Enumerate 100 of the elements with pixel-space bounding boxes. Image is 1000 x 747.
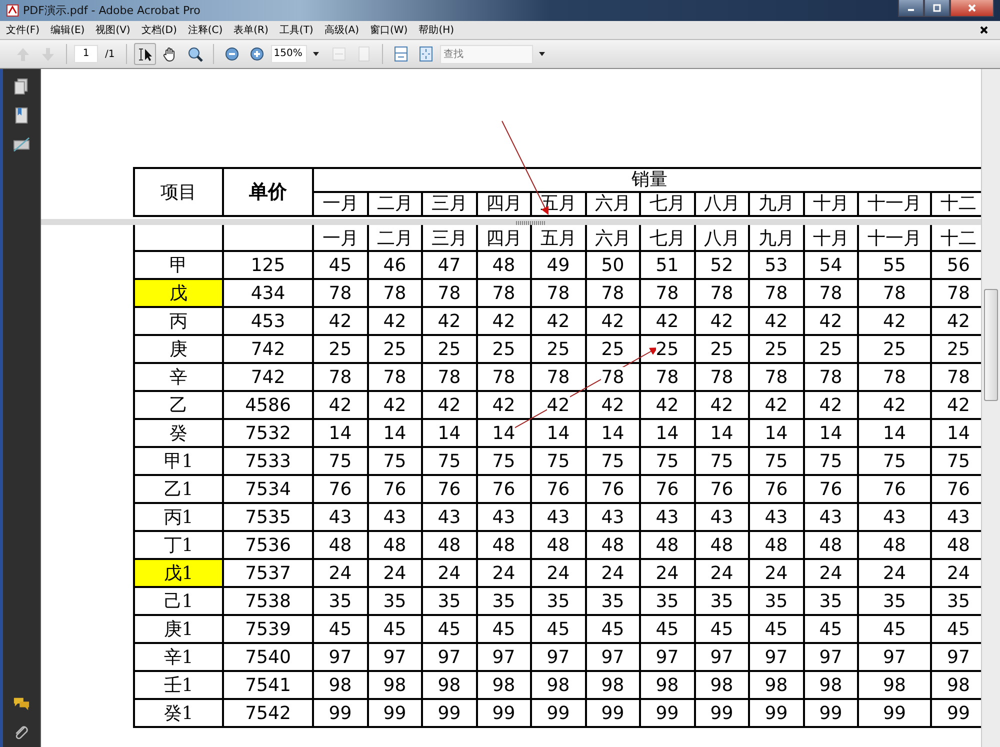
table-header: 十一月 [858,225,931,251]
zoom-field[interactable]: 150% [270,45,307,63]
table-cell: 42 [749,391,804,419]
table-cell: 46 [368,251,422,279]
table-cell: 98 [749,671,804,699]
table-cell: 45 [804,615,858,643]
table-cell: 庚1 [134,615,223,643]
menu-item[interactable]: 表单(R) [228,23,274,37]
menu-item[interactable]: 帮助(H) [412,23,460,37]
menu-item[interactable]: 窗口(W) [364,23,413,37]
table-cell: 76 [476,475,531,503]
page-number-field[interactable]: 1 [74,45,98,63]
menu-item[interactable]: 文件(F) [0,23,45,37]
menu-item[interactable]: 编辑(E) [44,23,90,37]
table-cell: 14 [586,419,640,447]
table-cell: 7535 [223,503,313,531]
bookmark-icon[interactable] [13,107,30,124]
table-cell: 24 [586,559,640,587]
table-cell: 78 [586,363,640,391]
table-cell: 78 [858,279,931,307]
table-cell: 99 [694,699,749,727]
table-cell: 78 [694,363,749,391]
menu-item[interactable]: 高级(A) [318,23,364,37]
table-cell: 45 [313,615,368,643]
paperclip-icon[interactable] [13,724,30,741]
table-cell: 己1 [134,587,223,615]
table-header: 四月 [476,225,531,251]
table-cell: 48 [640,531,694,559]
close-icon[interactable] [980,26,988,34]
table-header: 七月 [640,225,694,251]
table-header: 一月 [313,192,368,216]
page-count: /1 [105,48,115,60]
plus-icon [248,46,265,62]
table-cell: 99 [640,699,694,727]
table-cell: 75 [858,447,931,475]
menu-item[interactable]: 注释(C) [182,23,228,37]
table-cell: 甲1 [134,447,223,475]
table-cell: 99 [749,699,804,727]
table-cell: 48 [804,531,858,559]
menu-item[interactable]: 文档(D) [135,23,182,37]
table-cell: 99 [531,699,586,727]
table-header: 十月 [804,192,858,216]
table-header: 十月 [804,225,858,251]
table-cell: 42 [531,391,586,419]
maximize-button[interactable] [924,0,950,17]
signature-icon[interactable] [13,136,30,153]
menu-item[interactable]: 工具(T) [273,23,318,37]
table-cell: 76 [804,475,858,503]
table-cell: 24 [749,559,804,587]
table-cell: 78 [313,363,368,391]
table-cell: 42 [586,391,640,419]
table-cell: 125 [223,251,313,279]
table-cell: 24 [694,559,749,587]
close-button[interactable] [950,0,994,17]
table-cell: 7538 [223,587,313,615]
table-cell: 43 [586,503,640,531]
table-cell: 76 [694,475,749,503]
caret-icon[interactable] [538,52,545,56]
table-cell: 45 [313,251,368,279]
split-handle[interactable] [516,221,546,225]
table-cell: 14 [804,419,858,447]
comments-icon[interactable] [13,695,30,712]
table-header: 九月 [749,192,804,216]
pages-icon[interactable] [13,78,30,95]
menu-item[interactable]: 视图(V) [90,23,136,37]
table-cell: 78 [476,363,531,391]
table-cell: 78 [313,279,368,307]
table-header: 二月 [368,192,422,216]
table-cell: 42 [804,307,858,335]
minimize-button[interactable] [898,0,924,17]
vertical-scrollbar[interactable] [981,69,1000,747]
table-cell: 75 [586,447,640,475]
table-cell: 24 [531,559,586,587]
table-cell: 98 [804,671,858,699]
table-cell: 99 [858,699,931,727]
table-cell: 14 [694,419,749,447]
caret-icon[interactable] [312,52,319,56]
table-cell: 98 [586,671,640,699]
table-cell: 55 [858,251,931,279]
table-cell: 14 [422,419,476,447]
table-cell: 42 [640,391,694,419]
table-cell: 24 [858,559,931,587]
table-cell: 78 [368,363,422,391]
table-cell: 7540 [223,643,313,671]
scrollbar-thumb[interactable] [984,289,998,401]
table-cell: 24 [368,559,422,587]
search-field[interactable]: 查找 [440,44,533,64]
table-cell: 99 [804,699,858,727]
table-cell: 35 [531,587,586,615]
table-cell: 99 [476,699,531,727]
table-cell: 45 [749,615,804,643]
text-select-button[interactable] [134,43,156,65]
table-cell: 97 [531,643,586,671]
table-cell: 75 [749,447,804,475]
table-cell: 14 [749,419,804,447]
table-cell: 42 [640,307,694,335]
table-cell: 48 [858,531,931,559]
table-cell: 14 [858,419,931,447]
table-cell: 丙 [134,307,223,335]
table-cell: 97 [368,643,422,671]
